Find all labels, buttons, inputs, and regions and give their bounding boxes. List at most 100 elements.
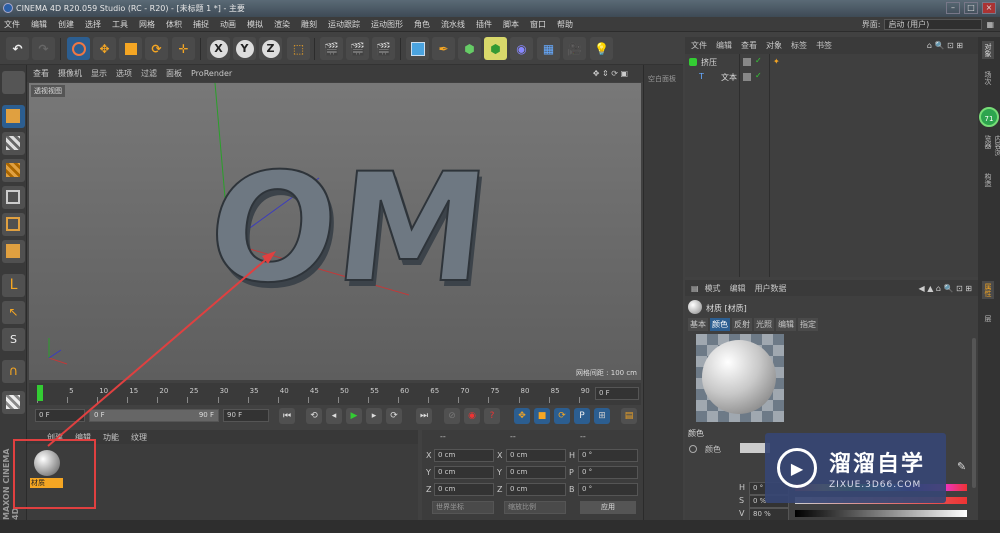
menu-render[interactable]: 渲染 <box>274 19 290 30</box>
playhead[interactable] <box>37 385 43 401</box>
obj-menu-file[interactable]: 文件 <box>691 40 707 51</box>
axis-z-lock[interactable]: Z <box>259 37 282 60</box>
maximize-button[interactable]: □ <box>964 2 978 14</box>
previous-key-icon[interactable]: ⟲ <box>306 408 322 424</box>
menu-select[interactable]: 选择 <box>85 19 101 30</box>
visibility-icon[interactable] <box>743 58 751 66</box>
attr-tab-assign[interactable]: 指定 <box>798 318 818 331</box>
key-scale-icon[interactable]: ■ <box>534 408 550 424</box>
polygons-mode-icon[interactable] <box>2 240 25 263</box>
menu-help[interactable]: 帮助 <box>557 19 573 30</box>
menu-script[interactable]: 脚本 <box>503 19 519 30</box>
key-parameter-icon[interactable]: P <box>574 408 590 424</box>
size-z-field[interactable]: 0 cm <box>506 483 566 496</box>
vp-menu-filter[interactable]: 过滤 <box>141 68 157 79</box>
rotation-p-field[interactable]: 0 ° <box>578 466 638 479</box>
attr-tab-reflectance[interactable]: 反射 <box>732 318 752 331</box>
obj-menu-view[interactable]: 查看 <box>741 40 757 51</box>
live-selection-icon[interactable] <box>67 37 90 60</box>
attr-tab-editor[interactable]: 编辑 <box>776 318 796 331</box>
end-frame-field[interactable]: 90 F <box>223 409 269 422</box>
perspective-viewport[interactable]: 透视视图 OM OM 网格间距 : 100 cm <box>29 83 641 380</box>
previous-frame-icon[interactable]: ◂ <box>326 408 342 424</box>
rotate-icon[interactable]: ⟳ <box>145 37 168 60</box>
record-disabled-icon[interactable]: ⊘ <box>444 408 460 424</box>
mat-menu-function[interactable]: 功能 <box>103 432 119 443</box>
attr-scrollbar[interactable] <box>972 338 976 488</box>
om-text-object[interactable]: OM OM <box>200 140 499 322</box>
move-icon[interactable]: ✥ <box>93 37 116 60</box>
array-generator-icon[interactable]: ⬢ <box>484 37 507 60</box>
key-position-icon[interactable]: ✥ <box>514 408 530 424</box>
menu-volume[interactable]: 体积 <box>166 19 182 30</box>
points-mode-icon[interactable] <box>2 186 25 209</box>
close-button[interactable]: × <box>982 2 996 14</box>
menu-mograph[interactable]: 运动图形 <box>371 19 403 30</box>
enable-axis-icon[interactable]: L <box>2 274 25 297</box>
obj-menu-edit[interactable]: 编辑 <box>716 40 732 51</box>
deformer-icon[interactable]: ◉ <box>510 37 533 60</box>
vtab-layers[interactable]: 层 <box>982 313 994 324</box>
enabled-check-icon[interactable]: ✓ <box>755 56 762 65</box>
render-settings-icon[interactable]: 🎬 <box>372 37 395 60</box>
model-mode-icon[interactable] <box>2 105 25 128</box>
attr-menu-userdata[interactable]: 用户数据 <box>755 283 787 294</box>
workplane-icon[interactable] <box>2 159 25 182</box>
key-pla-icon[interactable]: ⊞ <box>594 408 610 424</box>
viewport-nav-icons[interactable]: ✥ ⇕ ⟳ ▣ <box>593 69 628 78</box>
pen-spline-icon[interactable]: ✒ <box>432 37 455 60</box>
scale-icon[interactable] <box>119 37 142 60</box>
light-icon[interactable]: 💡 <box>590 37 613 60</box>
visibility-icon[interactable] <box>743 73 751 81</box>
apply-button[interactable]: 应用 <box>580 501 636 514</box>
vtab-attributes[interactable]: 属性 <box>982 281 994 299</box>
cube-object-icon[interactable] <box>406 37 429 60</box>
render-to-picture-viewer-icon[interactable]: 🎬 <box>346 37 369 60</box>
obj-menu-bookmarks[interactable]: 书签 <box>816 40 832 51</box>
layout-extra-icon[interactable]: ▦ <box>986 20 994 29</box>
next-frame-icon[interactable]: ▸ <box>366 408 382 424</box>
timeline-window-icon[interactable]: ▤ <box>621 408 637 424</box>
attr-tab-color[interactable]: 颜色 <box>710 318 730 331</box>
autokey-icon[interactable]: ? <box>484 408 500 424</box>
rotation-b-field[interactable]: 0 ° <box>578 483 638 496</box>
position-z-field[interactable]: 0 cm <box>434 483 494 496</box>
vtab-structure[interactable]: 构造 <box>982 171 994 189</box>
key-rotation-icon[interactable]: ⟳ <box>554 408 570 424</box>
vtab-takes[interactable]: 场次 <box>982 69 994 87</box>
coord-mode-select[interactable]: 世界坐标 <box>432 501 494 514</box>
menu-motion-tracking[interactable]: 运动跟踪 <box>328 19 360 30</box>
undo-icon[interactable]: ↶ <box>6 37 29 60</box>
next-key-icon[interactable]: ⟳ <box>386 408 402 424</box>
vp-menu-camera[interactable]: 摄像机 <box>58 68 82 79</box>
layout-select[interactable]: 启动 (用户) <box>884 19 983 30</box>
enabled-check-icon[interactable]: ✓ <box>755 71 762 80</box>
render-view-icon[interactable]: 🎬 <box>320 37 343 60</box>
play-icon[interactable]: ▶ <box>346 408 362 424</box>
record-active-icon[interactable]: ◉ <box>464 408 480 424</box>
camera-icon[interactable]: 🎥 <box>563 37 586 60</box>
vtab-objects[interactable]: 对象 <box>982 41 994 59</box>
snap-icon[interactable]: S <box>2 328 25 351</box>
object-row[interactable]: 挤压 ✓ ✦ <box>685 56 978 69</box>
current-frame-field[interactable]: 0 F <box>595 387 639 400</box>
material-tag-icon[interactable]: ✦ <box>773 57 780 66</box>
eyedropper-icon[interactable]: ✎ <box>957 460 966 473</box>
tweak-icon[interactable]: ↖ <box>2 301 25 324</box>
vtab-content-browser[interactable]: 内容浏览器 <box>982 133 1000 163</box>
menu-tools[interactable]: 工具 <box>112 19 128 30</box>
vp-menu-panel[interactable]: 面板 <box>166 68 182 79</box>
obj-menu-objects[interactable]: 对象 <box>766 40 782 51</box>
value-slider[interactable] <box>795 510 967 517</box>
redo-icon[interactable]: ↷ <box>32 37 55 60</box>
subdivision-icon[interactable]: ⬢ <box>458 37 481 60</box>
menu-create[interactable]: 创建 <box>58 19 74 30</box>
menu-plugins[interactable]: 插件 <box>476 19 492 30</box>
attr-menu-edit[interactable]: 编辑 <box>730 283 746 294</box>
obj-search-icons[interactable]: ⌂ 🔍 ⊡ ⊞ <box>927 41 963 50</box>
floor-icon[interactable]: ▦ <box>537 37 560 60</box>
menu-edit[interactable]: 编辑 <box>31 19 47 30</box>
axis-y-lock[interactable]: Y <box>233 37 256 60</box>
attr-tab-illumination[interactable]: 光照 <box>754 318 774 331</box>
menu-animate[interactable]: 动画 <box>220 19 236 30</box>
